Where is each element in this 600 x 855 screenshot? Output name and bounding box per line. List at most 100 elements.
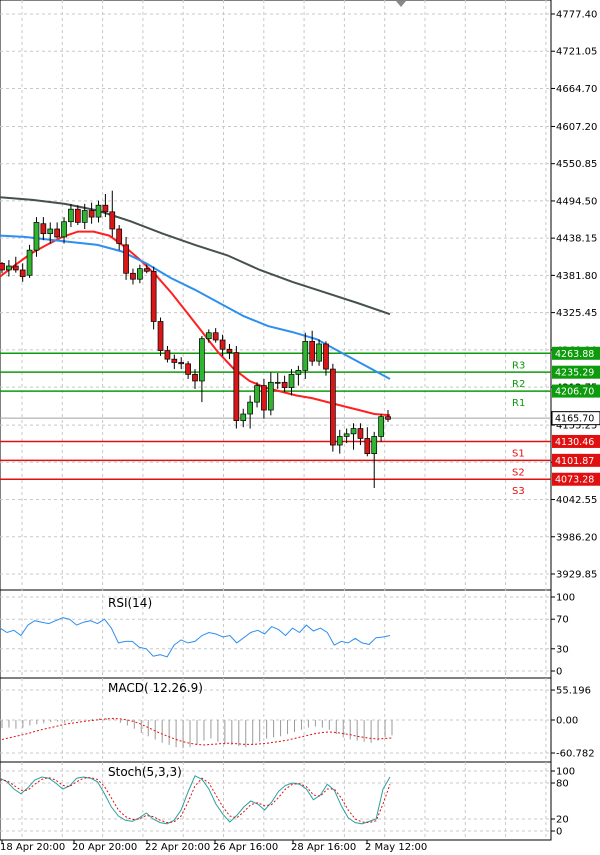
candle-body — [54, 228, 60, 238]
candle-body — [164, 350, 171, 360]
candle-body — [109, 211, 116, 230]
y-tick-label: 4042.55 — [556, 495, 597, 506]
level-name-r3: R3 — [512, 360, 525, 371]
y-tick-label: 4494.50 — [556, 196, 597, 207]
x-tick-label: 22 Apr 20:00 — [145, 842, 210, 853]
macd-title: MACD( 12.26.9) — [108, 681, 203, 695]
candle-body — [88, 210, 95, 218]
candle-body — [74, 208, 81, 223]
level-name-r1: R1 — [512, 398, 525, 409]
candle-body — [378, 416, 384, 437]
panel-tick-label: 0.00 — [556, 716, 578, 727]
candle-body — [212, 332, 219, 341]
candle-body — [40, 223, 47, 234]
time-axis: 18 Apr 20:00 20 Apr 20:00 22 Apr 20:00 26 A… — [0, 840, 427, 853]
panel-tick-label: 80 — [556, 779, 569, 790]
candle-body — [261, 385, 267, 411]
candle-body — [61, 221, 67, 238]
x-tick-label: 28 Apr 16:00 — [291, 842, 356, 853]
candle-body — [150, 270, 157, 322]
rsi-title: RSI(14) — [108, 596, 152, 610]
candle-body — [233, 352, 240, 421]
candle-body — [130, 272, 136, 280]
candle-body — [68, 208, 74, 223]
candle-body — [240, 413, 247, 421]
level-value-label: 4206.70 — [555, 387, 594, 398]
candle-body — [0, 263, 5, 271]
panel-tick-label: 0 — [556, 667, 562, 678]
candle-body — [288, 374, 295, 388]
y-tick-label: 3929.85 — [556, 570, 597, 581]
x-tick-label: 20 Apr 20:00 — [72, 842, 137, 853]
candle-body — [254, 385, 260, 403]
candle-body — [95, 204, 102, 218]
candle-body — [226, 348, 233, 353]
level-value-label: 4073.28 — [555, 475, 594, 486]
rsi-panel — [0, 589, 552, 679]
candle-body — [143, 268, 150, 272]
candle-body — [281, 381, 288, 388]
level-name-s1: S1 — [512, 448, 525, 459]
level-value-label: 4101.87 — [555, 456, 594, 467]
x-tick-label: 2 May 12:00 — [365, 842, 427, 853]
current-price-label: 4165.70 — [555, 414, 594, 425]
level-value-label: 4263.88 — [555, 349, 594, 360]
candle-body — [199, 338, 205, 382]
candle-body — [81, 210, 88, 223]
panel-tick-label: 100 — [556, 767, 575, 778]
candle-body — [26, 249, 33, 276]
y-tick-label: 4381.80 — [556, 271, 597, 282]
candle-body — [185, 363, 191, 375]
candle-body — [6, 265, 12, 271]
panel-tick-label: 70 — [556, 615, 569, 626]
chart-canvas: 4777.40 4721.05 4664.70 4607.20 4550.85 4494.… — [0, 0, 600, 853]
candle-body — [171, 358, 178, 363]
candle-body — [219, 339, 226, 350]
candle-body — [385, 416, 391, 420]
candle-body — [274, 381, 281, 384]
y-tick-label: 4664.70 — [556, 84, 597, 95]
y-tick-label: 4607.20 — [556, 122, 597, 133]
candle-body — [371, 436, 378, 454]
x-tick-label: 26 Apr 16:00 — [213, 842, 278, 853]
level-name-r2: R2 — [512, 379, 525, 390]
candle-body — [323, 343, 329, 370]
y-tick-label: 4777.40 — [556, 10, 597, 21]
y-tick-label: 4325.45 — [556, 308, 597, 319]
candle-body — [47, 228, 54, 234]
candle-body — [350, 428, 357, 435]
candle-body — [157, 321, 164, 351]
y-tick-label: 4721.05 — [556, 47, 597, 58]
candle-body — [330, 368, 336, 446]
y-tick-label: 4438.15 — [556, 234, 597, 245]
candle-body — [33, 222, 40, 251]
candle-body — [247, 401, 253, 415]
level-name-s2: S2 — [512, 467, 525, 478]
candle-body — [309, 340, 316, 362]
candle-body — [137, 268, 143, 280]
candle-body — [343, 433, 350, 437]
stoch-title: Stoch(5,3,3) — [108, 765, 182, 779]
y-tick-label: 4550.85 — [556, 159, 597, 170]
candle-body — [12, 265, 19, 271]
candle-body — [178, 362, 185, 365]
candle-body — [116, 228, 123, 244]
candle-body — [267, 381, 274, 411]
panel-tick-label: 55.196 — [556, 686, 591, 697]
panel-tick-label: 0 — [556, 827, 562, 838]
panel-tick-label: -60.782 — [556, 748, 595, 759]
candle-body — [123, 244, 129, 274]
candle-body — [316, 343, 322, 362]
candle-body — [302, 340, 309, 371]
panel-tick-label: 30 — [556, 644, 569, 655]
candle-body — [102, 204, 109, 213]
x-tick-label: 18 Apr 20:00 — [0, 842, 65, 853]
level-value-label: 4235.29 — [555, 368, 594, 379]
y-tick-label: 3986.20 — [556, 532, 597, 543]
candle-body — [19, 269, 26, 277]
candle-body — [336, 436, 343, 446]
panel-tick-label: 100 — [556, 593, 575, 604]
candle-body — [364, 438, 371, 454]
price-axis: 4777.40 4721.05 4664.70 4607.20 4550.85 4494.… — [551, 10, 597, 581]
candle-body — [205, 332, 212, 340]
